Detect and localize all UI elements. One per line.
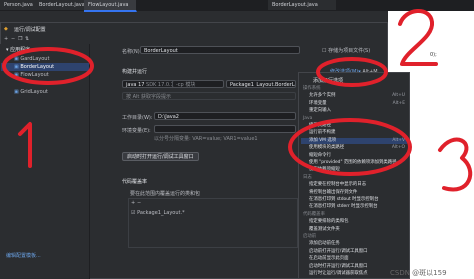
annotation-digit-2	[398, 9, 438, 66]
annotation-digit-1	[18, 122, 32, 168]
annotation-layer	[2, 9, 473, 192]
annotation-ellipse-sidebar	[2, 47, 94, 85]
annotation-digit-3	[438, 137, 473, 192]
annotation-ellipse-vm	[288, 118, 412, 176]
annotation-ellipse-modify	[316, 57, 388, 87]
watermark: CSDN @斑以159	[390, 269, 447, 277]
